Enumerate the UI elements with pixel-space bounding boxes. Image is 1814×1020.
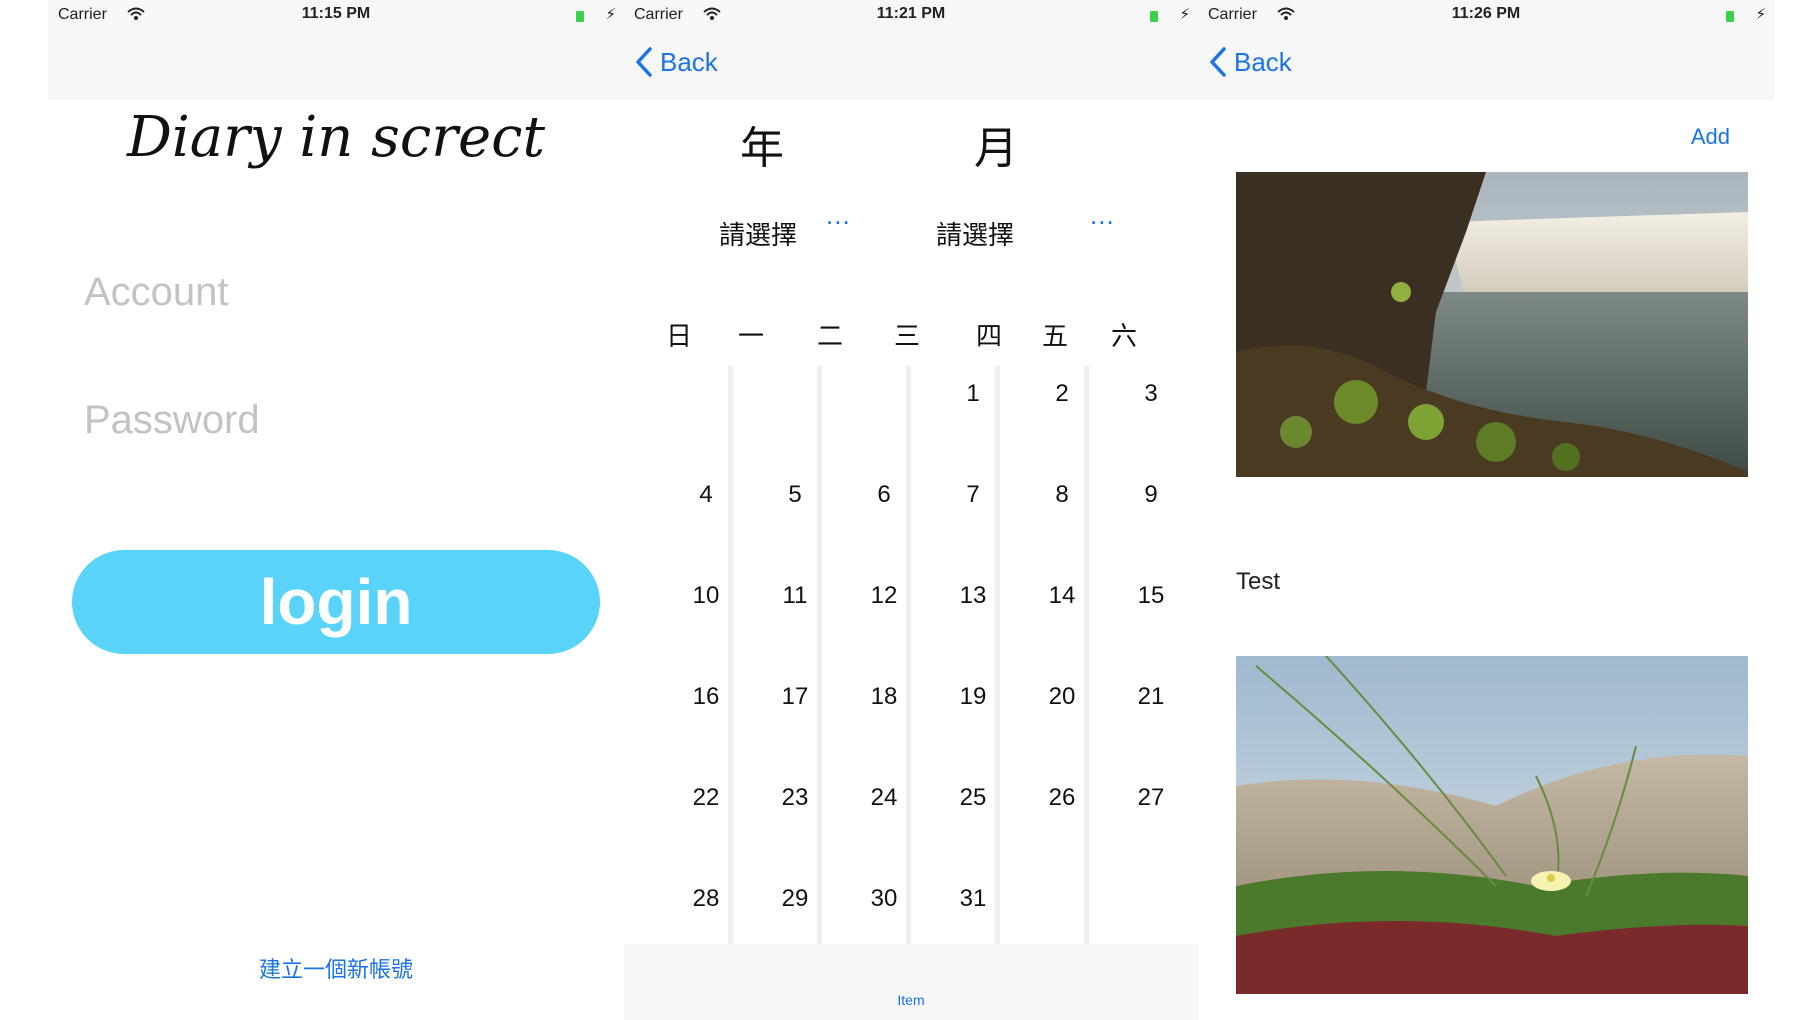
calendar-screen: Carrier 11:21 PM ⚡ Back 年 月 請選擇 ... 請選擇 … bbox=[624, 0, 1198, 1020]
calendar-day[interactable]: 20 bbox=[1042, 683, 1082, 711]
calendar-day[interactable]: 3 bbox=[1131, 380, 1171, 408]
calendar-divider bbox=[906, 366, 911, 946]
weekday-tue: 二 bbox=[817, 321, 844, 351]
calendar-day[interactable]: 1 bbox=[953, 380, 993, 408]
calendar-day[interactable]: 15 bbox=[1131, 582, 1171, 610]
login-button[interactable]: login bbox=[72, 550, 600, 654]
status-time: 11:26 PM bbox=[1451, 5, 1521, 22]
password-input[interactable] bbox=[72, 370, 598, 470]
calendar-day[interactable]: 5 bbox=[775, 481, 815, 509]
calendar-day[interactable]: 17 bbox=[775, 683, 815, 711]
back-chevron-icon bbox=[636, 47, 652, 77]
calendar-day[interactable]: 16 bbox=[686, 683, 726, 711]
status-time: 11:15 PM bbox=[301, 5, 371, 22]
battery-icon bbox=[576, 11, 584, 22]
status-bar: Carrier 11:15 PM ⚡ bbox=[48, 0, 624, 32]
weekday-wed: 三 bbox=[894, 321, 921, 351]
calendar-day[interactable]: 10 bbox=[686, 582, 726, 610]
charging-icon: ⚡ bbox=[1755, 6, 1766, 23]
calendar-day[interactable]: 12 bbox=[864, 582, 904, 610]
year-label: 年 bbox=[740, 124, 784, 173]
year-more-button[interactable]: ... bbox=[826, 200, 851, 231]
back-label: Back bbox=[1234, 46, 1292, 77]
back-chevron-icon bbox=[1210, 47, 1226, 77]
calendar-day[interactable]: 6 bbox=[864, 481, 904, 509]
status-bar: Carrier 11:21 PM ⚡ bbox=[624, 0, 1198, 32]
calendar-day[interactable]: 7 bbox=[953, 481, 993, 509]
month-label: 月 bbox=[974, 124, 1018, 173]
status-bar: Carrier 11:26 PM ⚡ bbox=[1198, 0, 1774, 32]
calendar-day[interactable]: 24 bbox=[864, 784, 904, 812]
add-button[interactable]: Add bbox=[1691, 124, 1730, 150]
calendar-day[interactable]: 23 bbox=[775, 784, 815, 812]
flower-photo[interactable] bbox=[1236, 656, 1748, 994]
month-picker[interactable]: 請選擇 bbox=[936, 215, 1014, 252]
calendar-day[interactable]: 25 bbox=[953, 784, 993, 812]
weekday-sun: 日 bbox=[666, 321, 693, 351]
calendar-day[interactable]: 31 bbox=[953, 885, 993, 913]
account-input[interactable] bbox=[72, 242, 598, 342]
tab-bar: Item bbox=[624, 944, 1198, 1020]
app-title: Diary in screct bbox=[126, 105, 546, 170]
calendar-day[interactable]: 2 bbox=[1042, 380, 1082, 408]
calendar-day[interactable]: 19 bbox=[953, 683, 993, 711]
status-time: 11:21 PM bbox=[876, 5, 946, 22]
weekday-thu: 四 bbox=[976, 321, 1003, 351]
nav-bar: Back bbox=[624, 32, 1198, 100]
calendar-day[interactable]: 27 bbox=[1131, 784, 1171, 812]
calendar-day[interactable]: 29 bbox=[775, 885, 815, 913]
calendar-day[interactable]: 14 bbox=[1042, 582, 1082, 610]
year-picker[interactable]: 請選擇 bbox=[719, 215, 797, 252]
calendar-divider bbox=[817, 366, 822, 946]
calendar-divider bbox=[728, 366, 733, 946]
calendar-day[interactable]: 28 bbox=[686, 885, 726, 913]
calendar-day[interactable]: 11 bbox=[775, 582, 815, 610]
calendar-day[interactable]: 21 bbox=[1131, 683, 1171, 711]
nav-bar bbox=[48, 32, 624, 100]
diary-screen: Carrier 11:26 PM ⚡ Back Add Test bbox=[1198, 0, 1774, 1020]
calendar-day[interactable]: 9 bbox=[1131, 481, 1171, 509]
nav-bar: Back bbox=[1198, 32, 1774, 100]
weekday-fri: 五 bbox=[1042, 321, 1069, 351]
back-button[interactable]: Back bbox=[1208, 46, 1292, 78]
calendar-day[interactable]: 13 bbox=[953, 582, 993, 610]
charging-icon: ⚡ bbox=[1179, 6, 1190, 23]
login-screen: Carrier 11:15 PM ⚡ Diary in screct login… bbox=[48, 0, 624, 1020]
waterfall-photo[interactable] bbox=[1236, 172, 1748, 477]
calendar-day[interactable]: 4 bbox=[686, 481, 726, 509]
charging-icon: ⚡ bbox=[605, 6, 616, 23]
month-more-button[interactable]: ... bbox=[1090, 200, 1115, 231]
calendar-divider bbox=[1084, 366, 1089, 946]
tab-item[interactable]: Item bbox=[624, 992, 1198, 1008]
weekday-mon: 一 bbox=[738, 321, 765, 351]
weekday-sat: 六 bbox=[1111, 321, 1138, 351]
calendar-day[interactable]: 26 bbox=[1042, 784, 1082, 812]
back-button[interactable]: Back bbox=[634, 46, 718, 78]
back-label: Back bbox=[660, 46, 718, 77]
create-account-link[interactable]: 建立一個新帳號 bbox=[48, 952, 624, 984]
calendar-day[interactable]: 8 bbox=[1042, 481, 1082, 509]
calendar-day[interactable]: 30 bbox=[864, 885, 904, 913]
calendar-day[interactable]: 22 bbox=[686, 784, 726, 812]
battery-icon bbox=[1150, 11, 1158, 22]
calendar-divider bbox=[995, 366, 1000, 946]
entry-caption: Test bbox=[1236, 568, 1281, 595]
battery-icon bbox=[1726, 11, 1734, 22]
calendar-day[interactable]: 18 bbox=[864, 683, 904, 711]
